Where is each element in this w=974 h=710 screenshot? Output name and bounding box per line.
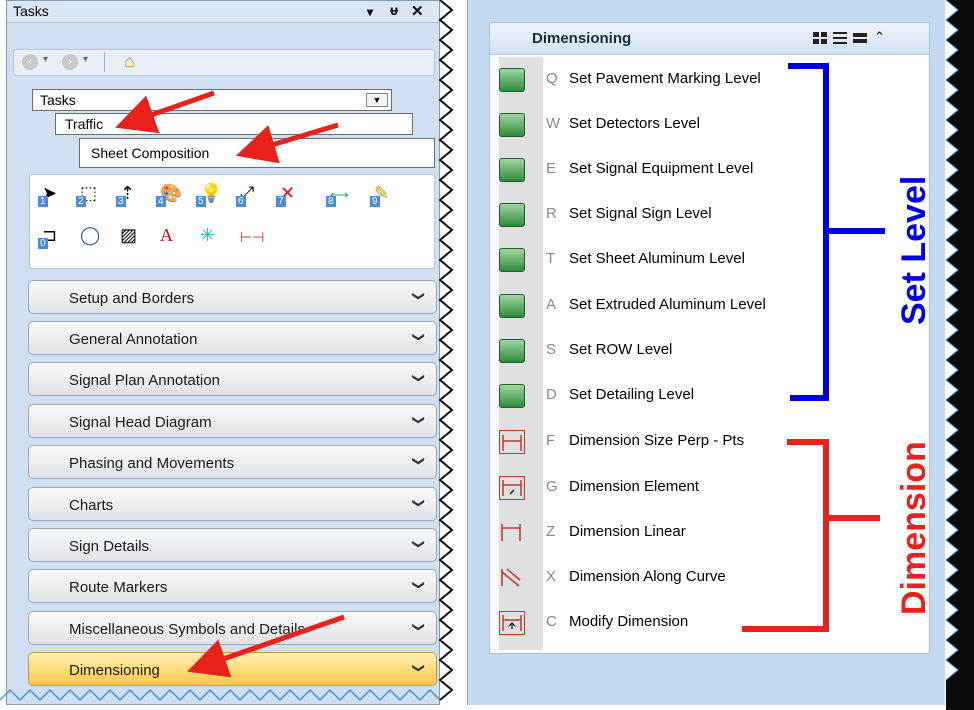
set-level-bracket — [788, 63, 829, 401]
set-level-label: Set Level — [895, 176, 933, 325]
dimension-bracket — [742, 439, 829, 632]
dimension-label: Dimension — [895, 441, 933, 615]
bracket-annotations: Set Level Dimension — [742, 63, 933, 632]
